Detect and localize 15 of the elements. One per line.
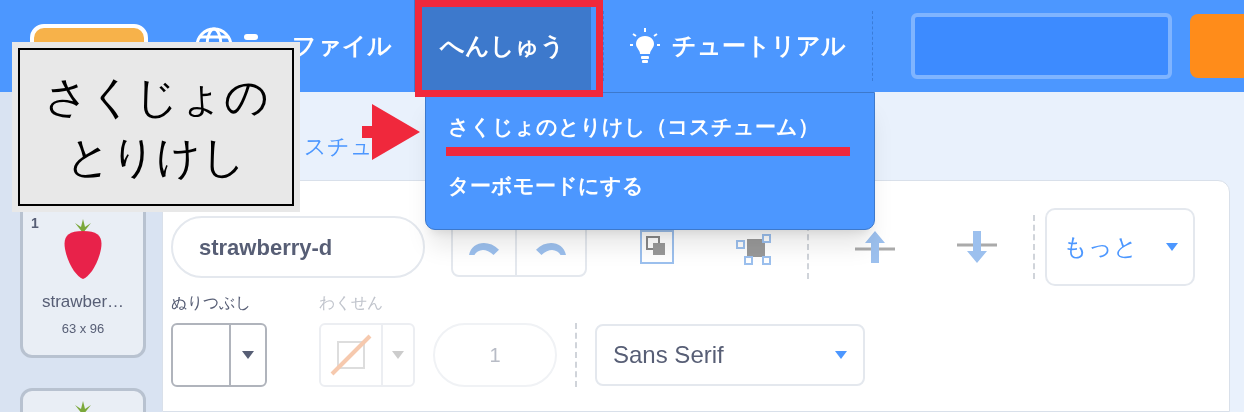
callout-text: さくじょの [43, 71, 269, 123]
font-dropdown[interactable]: Sans Serif [595, 324, 865, 386]
outline-label: わくせん [319, 293, 383, 313]
more-button[interactable]: もっと [1045, 208, 1195, 286]
costumes-tab[interactable]: スチュ [304, 134, 373, 159]
stroke-width-field[interactable]: 1 [433, 323, 557, 387]
fill-label: ぬりつぶし [171, 293, 252, 313]
callout-text: とりけし [66, 131, 246, 183]
costume-size: 63 x 96 [61, 319, 105, 338]
costume-number: 1 [31, 214, 39, 233]
costume-name-field[interactable]: strawberry-d [171, 216, 425, 278]
menu-option[interactable]: さくじょのとりけし（コスチューム） [448, 111, 819, 143]
menu-option[interactable]: ターボモードにする [448, 170, 644, 202]
menu-item[interactable]: チュートリアル [626, 0, 851, 92]
costume-name: strawber… [41, 291, 125, 313]
